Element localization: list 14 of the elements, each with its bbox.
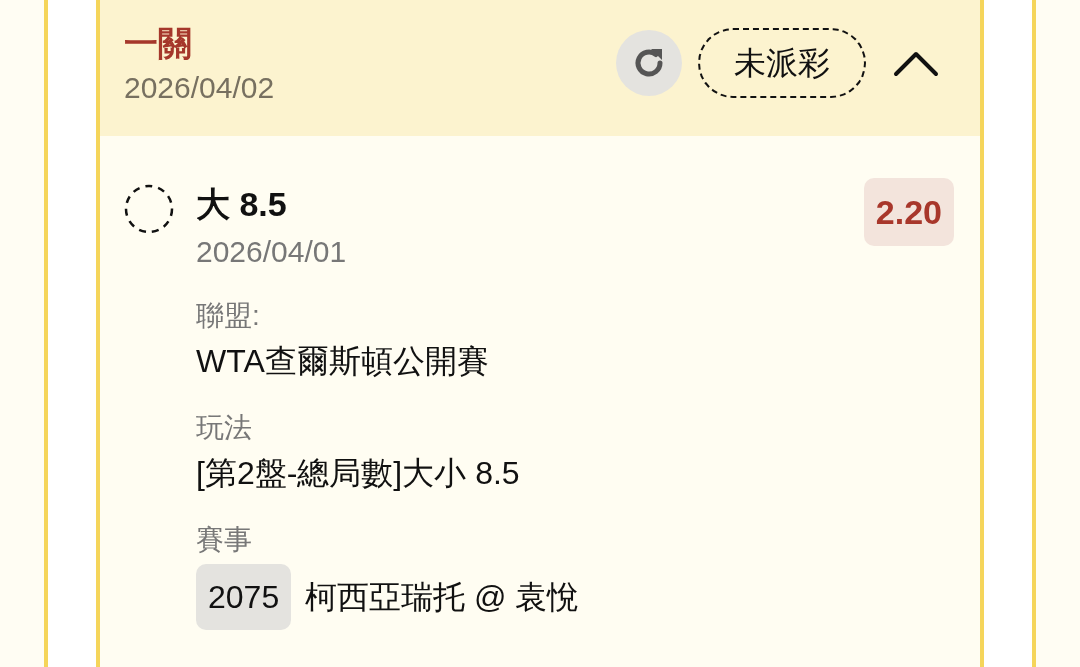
status-badge: 未派彩 [698,28,866,98]
field-label: 聯盟: [196,299,261,333]
field-value: 柯西亞瑞托 @ 袁悅 [305,578,580,617]
odds-badge: 2.20 [863,178,954,246]
ticket-date: 2026/04/02 [124,70,275,106]
selection-date: 2026/04/01 [196,234,347,270]
match-id-badge: 2075 [196,564,292,630]
field-value: [第2盤-總局數]大小 8.5 [196,454,521,493]
ticket-title: 一關 [124,23,193,64]
field-label: 賽事 [196,523,253,557]
field-label: 玩法 [196,411,253,445]
pending-circle-icon [124,184,174,234]
field-value: WTA查爾斯頓公開賽 [196,342,490,381]
selection-pick: 大 8.5 [196,184,288,225]
